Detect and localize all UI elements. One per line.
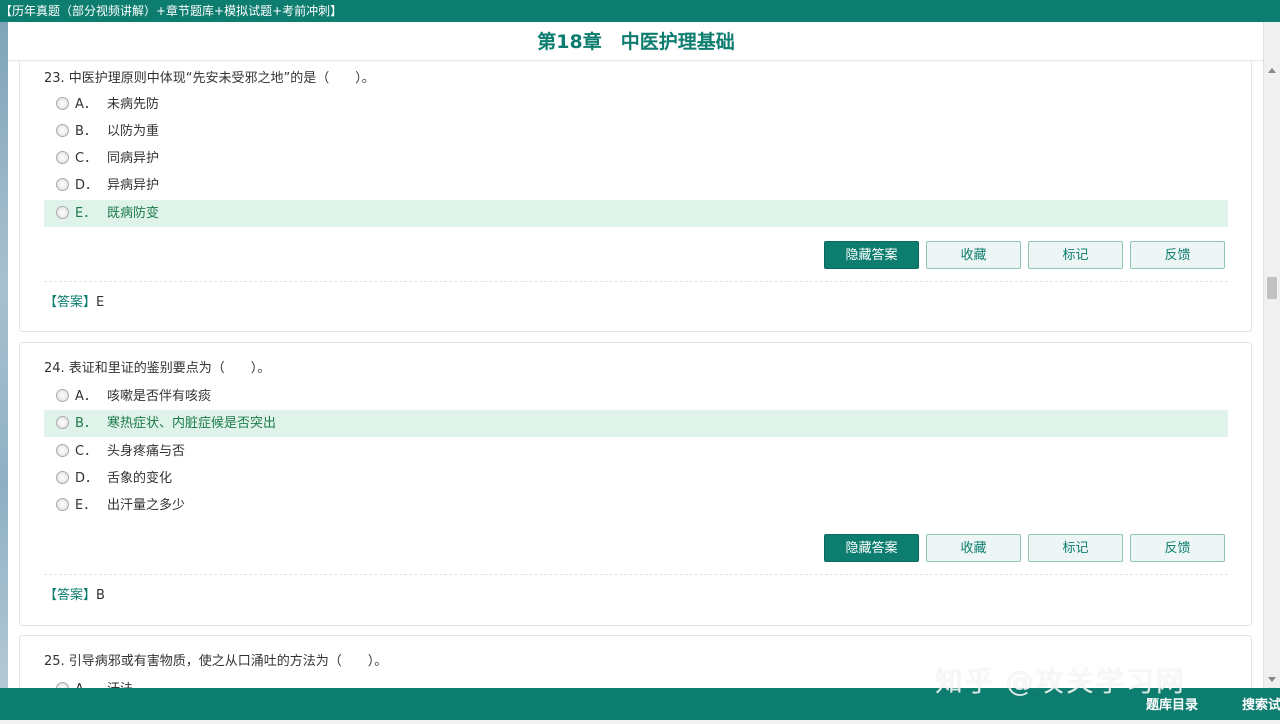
watermark: 知乎 @攻关学习网: [935, 665, 1186, 698]
radio-icon[interactable]: [56, 416, 69, 429]
favorite-button[interactable]: 收藏: [926, 534, 1021, 562]
radio-icon[interactable]: [56, 444, 69, 457]
radio-icon[interactable]: [56, 178, 69, 191]
answer-line: 【答案】E: [44, 291, 104, 310]
answer-value: B: [96, 588, 105, 603]
scroll-thumb[interactable]: [1267, 277, 1277, 299]
main-content: 第18章 中医护理基础 23. 中医护理原则中体现“先安未受邪之地”的是（ ）。…: [8, 22, 1264, 688]
scroll-up-icon[interactable]: [1268, 68, 1276, 73]
feedback-button[interactable]: 反馈: [1130, 534, 1225, 562]
search-link[interactable]: 搜索试: [1242, 688, 1280, 720]
option-a[interactable]: A． 咳嗽是否伴有咳痰: [44, 383, 1228, 410]
chapter-title: 第18章 中医护理基础: [8, 22, 1264, 61]
answer-tag: 【答案】: [44, 588, 97, 603]
radio-icon[interactable]: [56, 206, 69, 219]
option-d[interactable]: D． 舌象的变化: [44, 465, 1228, 492]
option-b[interactable]: B． 以防为重: [44, 118, 1228, 145]
answer-tag: 【答案】: [44, 295, 97, 310]
answer-value: E: [96, 295, 105, 310]
hide-answer-button[interactable]: 隐藏答案: [824, 534, 919, 562]
option-e[interactable]: E． 出汗量之多少: [44, 492, 1228, 519]
radio-icon[interactable]: [56, 471, 69, 484]
divider: [44, 281, 1228, 282]
question-text: 24. 表证和里证的鉴别要点为（ ）。: [44, 361, 271, 376]
hide-answer-button[interactable]: 隐藏答案: [824, 241, 919, 269]
question-card-24: 24. 表证和里证的鉴别要点为（ ）。 A． 咳嗽是否伴有咳痰 B． 寒热症状、内脏…: [19, 342, 1252, 626]
radio-icon[interactable]: [56, 151, 69, 164]
radio-icon[interactable]: [56, 389, 69, 402]
radio-icon[interactable]: [56, 498, 69, 511]
option-d[interactable]: D． 异病异护: [44, 172, 1228, 199]
question-list: 23. 中医护理原则中体现“先安未受邪之地”的是（ ）。 A． 未病先防 B． 以防…: [8, 61, 1264, 688]
vertical-scrollbar[interactable]: [1263, 22, 1280, 688]
left-desktop-strip: [0, 22, 8, 688]
radio-icon[interactable]: [56, 124, 69, 137]
option-c[interactable]: C． 同病异护: [44, 145, 1228, 172]
feedback-button[interactable]: 反馈: [1130, 241, 1225, 269]
option-e-correct[interactable]: E． 既病防变: [44, 200, 1228, 227]
answer-line: 【答案】B: [44, 584, 105, 603]
favorite-button[interactable]: 收藏: [926, 241, 1021, 269]
question-text: 23. 中医护理原则中体现“先安未受邪之地”的是（ ）。: [44, 71, 375, 86]
option-b-correct[interactable]: B． 寒热症状、内脏症候是否突出: [44, 410, 1228, 437]
mark-button[interactable]: 标记: [1028, 241, 1123, 269]
question-text: 25. 引导病邪或有害物质，使之从口涌吐的方法为（ ）。: [44, 654, 388, 669]
option-c[interactable]: C． 头身疼痛与否: [44, 438, 1228, 465]
divider: [44, 574, 1228, 575]
mark-button[interactable]: 标记: [1028, 534, 1123, 562]
top-banner: 【历年真题（部分视频讲解）+章节题库+模拟试题+考前冲刺】: [0, 0, 1280, 22]
question-card-23: 23. 中医护理原则中体现“先安未受邪之地”的是（ ）。 A． 未病先防 B． 以防…: [19, 61, 1252, 332]
scroll-down-icon[interactable]: [1268, 677, 1276, 682]
radio-icon[interactable]: [56, 97, 69, 110]
option-a[interactable]: A． 未病先防: [44, 91, 1228, 118]
top-banner-text: 【历年真题（部分视频讲解）+章节题库+模拟试题+考前冲刺】: [0, 4, 343, 18]
